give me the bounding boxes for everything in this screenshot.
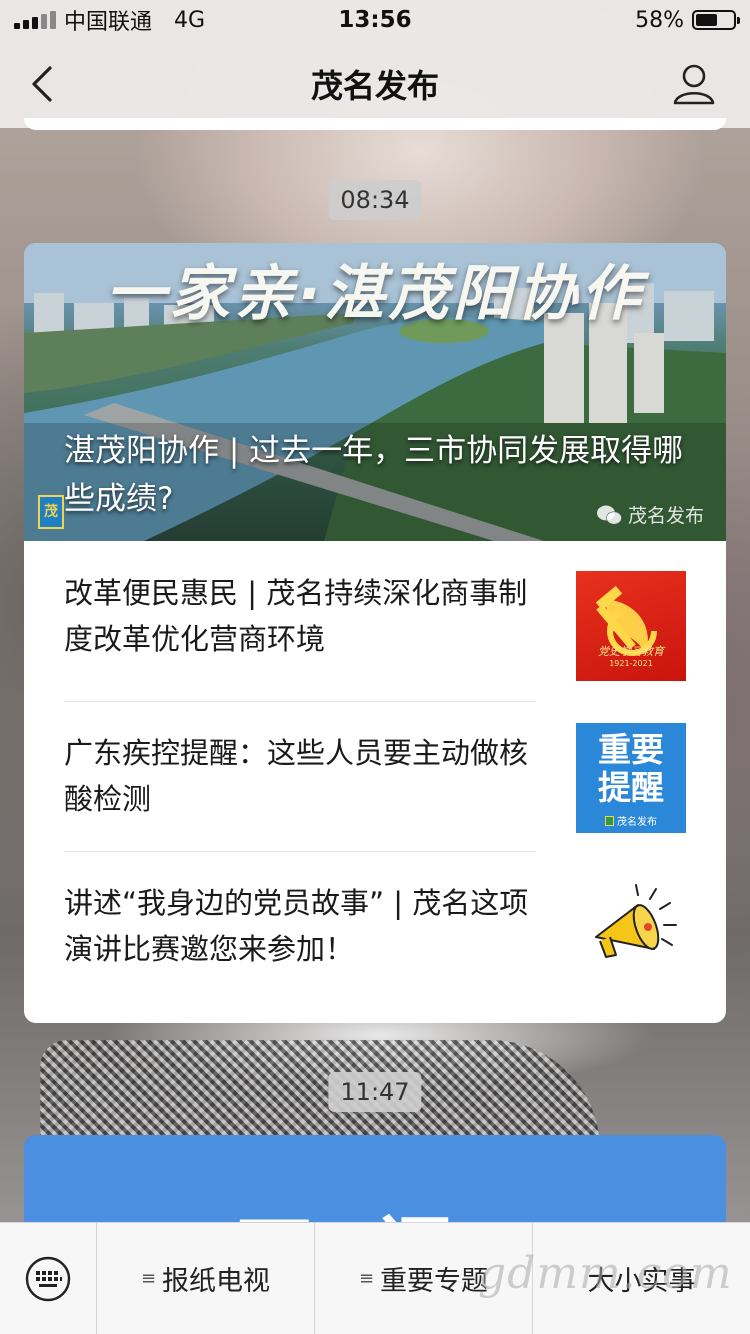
message-timestamp: 11:47 — [328, 1072, 422, 1112]
hero-banner-text: 一家亲·湛茂阳协作 — [105, 259, 645, 329]
thumbnail-years: 1921-2021 — [609, 659, 653, 668]
article-title: 讲述“我身边的党员故事” | 茂名这项演讲比赛邀您来参加！ — [64, 886, 529, 966]
hero-article[interactable]: 一家亲·湛茂阳协作 湛茂阳协作 | 过去一年，三市协同发展取得哪些成绩? 茂 茂… — [24, 243, 726, 541]
menu-list-icon: ≡ — [358, 1268, 374, 1289]
article-title: 广东疾控提醒：这些人员要主动做核酸检测 — [64, 736, 529, 816]
wechat-icon — [596, 505, 622, 524]
page-title: 茂名发布 — [310, 67, 439, 105]
thumbnail-text: 重要 — [598, 730, 664, 769]
article-thumbnail — [576, 875, 686, 985]
bottom-menu: ≡ 报纸电视 ≡ 重要专题 大小实事 — [0, 1222, 750, 1334]
chevron-left-icon[interactable] — [26, 62, 66, 106]
battery-fill — [696, 14, 717, 26]
menu-label: 重要专题 — [380, 1266, 489, 1297]
megaphone-icon — [595, 884, 677, 958]
status-bar: 中国联通 4G 13:56 58% — [0, 0, 750, 40]
menu-practical-matters[interactable]: 大小实事 — [533, 1223, 750, 1334]
user-icon[interactable] — [672, 62, 716, 106]
carrier-name: 中国联通 — [64, 10, 153, 35]
article-thumbnail: 党史学习教育 1921-2021 — [576, 571, 686, 681]
battery-percent: 58% — [635, 7, 684, 33]
article-card[interactable]: 开门 — [24, 1135, 726, 1235]
source-name: 茂名发布 — [627, 505, 704, 527]
signal-icon — [14, 11, 56, 29]
menu-newspaper-tv[interactable]: ≡ 报纸电视 — [97, 1223, 315, 1334]
message-timestamp: 08:34 — [328, 180, 422, 220]
list-item[interactable]: 讲述“我身边的党员故事” | 茂名这项演讲比赛邀您来参加！ — [64, 851, 686, 1001]
battery-icon — [692, 10, 740, 30]
previous-card-edge — [24, 118, 726, 130]
keyboard-toggle-button[interactable] — [0, 1223, 97, 1334]
menu-label: 报纸电视 — [162, 1266, 271, 1297]
menu-list-icon: ≡ — [140, 1268, 156, 1289]
thumbnail-caption: 党史学习教育 — [598, 645, 664, 658]
list-item[interactable]: 改革便民惠民 | 茂名持续深化商事制度改革优化营商环境 党史学习教育 1921-… — [64, 541, 686, 691]
article-title: 改革便民惠民 | 茂名持续深化商事制度改革优化营商环境 — [64, 576, 528, 656]
thumbnail-text: 提醒 — [598, 768, 664, 807]
thumbnail-source: 茂名发布 — [617, 817, 657, 828]
menu-label: 大小实事 — [587, 1266, 696, 1297]
nav-bar: 茂名发布 — [0, 40, 750, 128]
list-item[interactable]: 广东疾控提醒：这些人员要主动做核酸检测 重要 提醒 茂名发布 — [64, 701, 686, 851]
network-type: 4G — [174, 7, 206, 33]
article-card: 一家亲·湛茂阳协作 湛茂阳协作 | 过去一年，三市协同发展取得哪些成绩? 茂 茂… — [24, 243, 726, 1023]
hero-source-credit: 茂名发布 — [596, 501, 704, 528]
source-logo-icon — [605, 815, 614, 826]
background-detail — [40, 1040, 600, 1150]
keyboard-icon — [25, 1256, 71, 1302]
article-thumbnail: 重要 提醒 茂名发布 — [576, 723, 686, 833]
menu-special-topics[interactable]: ≡ 重要专题 — [315, 1223, 533, 1334]
source-logo: 茂 — [38, 495, 64, 529]
